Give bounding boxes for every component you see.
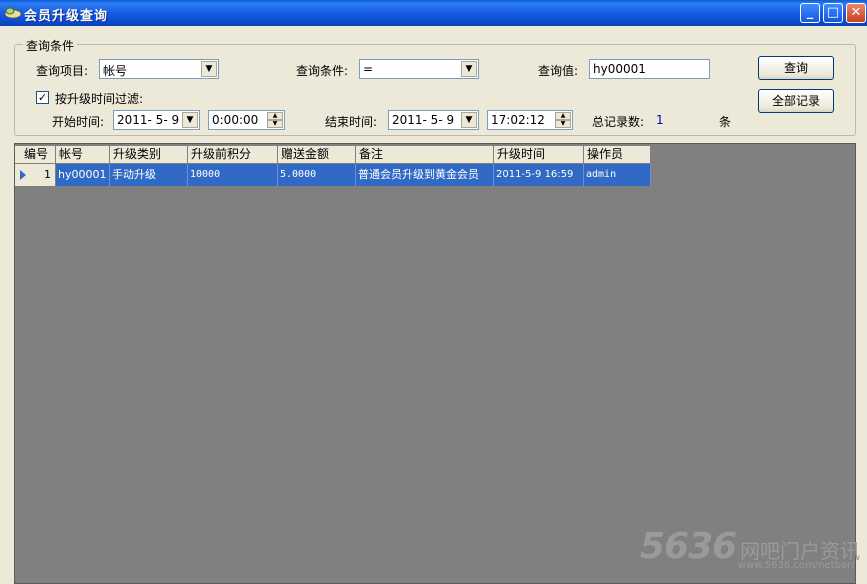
remark-cell[interactable]: 普通会员升级到黄金会员 <box>356 164 494 186</box>
upgrade-type-cell[interactable]: 手动升级 <box>110 164 188 186</box>
time-filter-label: 按升级时间过滤: <box>55 92 144 106</box>
end-date-value: 2011- 5- 9 <box>392 113 455 127</box>
column-header[interactable]: 升级类别 <box>110 146 188 164</box>
query-button[interactable]: 查询 <box>758 56 834 80</box>
start-date-picker[interactable]: 2011- 5- 9 ▼ <box>113 110 200 130</box>
upgrade-time-cell[interactable]: 2011-5-9 16:59 <box>494 164 584 186</box>
operator-cell[interactable]: admin <box>584 164 651 186</box>
account-cell[interactable]: hy00001 <box>56 164 110 186</box>
watermark: 5636 网吧门户资讯 www.5636.com/netbar/ <box>640 526 860 571</box>
end-time-label: 结束时间: <box>325 115 378 129</box>
time-filter-checkbox[interactable]: ✓ <box>36 91 49 104</box>
column-header[interactable]: 备注 <box>356 146 494 164</box>
minimize-button[interactable]: _ <box>800 3 820 23</box>
column-header[interactable]: 升级前积分 <box>188 146 278 164</box>
end-time-spinner[interactable]: ▲ ▼ <box>555 112 571 128</box>
query-value-field[interactable] <box>589 59 710 79</box>
app-icon <box>4 7 22 19</box>
records-grid[interactable]: 编号 帐号 升级类别 升级前积分 赠送金额 备注 升级时间 操作员 1 hy00… <box>14 143 856 584</box>
watermark-url: www.5636.com/netbar/ <box>738 560 855 571</box>
column-header[interactable]: 升级时间 <box>494 146 584 164</box>
chevron-down-icon[interactable]: ▼ <box>461 112 477 128</box>
close-button[interactable]: ✕ <box>846 3 866 23</box>
start-time-field[interactable]: ▲▼ <box>208 110 285 130</box>
group-legend: 查询条件 <box>23 37 78 54</box>
column-header[interactable]: 操作员 <box>584 146 651 164</box>
points-before-cell[interactable]: 10000 <box>188 164 278 186</box>
query-item-select[interactable]: 帐号 ▼ <box>99 59 219 79</box>
start-date-value: 2011- 5- 9 <box>117 113 180 127</box>
bonus-amount-cell[interactable]: 5.0000 <box>278 164 356 186</box>
query-condition-label: 查询条件: <box>296 64 349 78</box>
all-records-button[interactable]: 全部记录 <box>758 89 834 113</box>
maximize-button[interactable]: □ <box>823 3 843 23</box>
title-bar[interactable]: 会员升级查询 _ □ ✕ <box>0 0 867 26</box>
watermark-brand: 5636 <box>640 526 737 567</box>
chevron-down-icon[interactable]: ▼ <box>201 61 217 77</box>
row-pointer-icon <box>20 170 26 180</box>
query-condition-value: = <box>363 62 374 76</box>
total-records-label: 总记录数: <box>592 115 645 129</box>
row-number: 1 <box>44 168 51 181</box>
end-time-field[interactable]: ▲▼ <box>487 110 573 130</box>
column-header[interactable]: 编号 <box>15 146 56 164</box>
chevron-down-icon[interactable]: ▼ <box>461 61 477 77</box>
end-date-picker[interactable]: 2011- 5- 9 ▼ <box>388 110 479 130</box>
column-header[interactable]: 赠送金额 <box>278 146 356 164</box>
query-item-label: 查询项目: <box>36 64 89 78</box>
query-item-value: 帐号 <box>103 64 128 78</box>
row-number-cell[interactable]: 1 <box>15 164 56 186</box>
query-condition-select[interactable]: = ▼ <box>359 59 479 79</box>
total-records-count: 1 <box>656 113 664 127</box>
chevron-down-icon[interactable]: ▼ <box>182 112 198 128</box>
query-value-label: 查询值: <box>538 64 579 78</box>
total-records-unit: 条 <box>719 115 732 129</box>
column-header[interactable]: 帐号 <box>56 146 110 164</box>
window-title: 会员升级查询 <box>24 9 109 24</box>
start-time-spinner[interactable]: ▲ ▼ <box>267 112 283 128</box>
start-time-label: 开始时间: <box>52 115 105 129</box>
query-value-input[interactable] <box>590 60 709 78</box>
